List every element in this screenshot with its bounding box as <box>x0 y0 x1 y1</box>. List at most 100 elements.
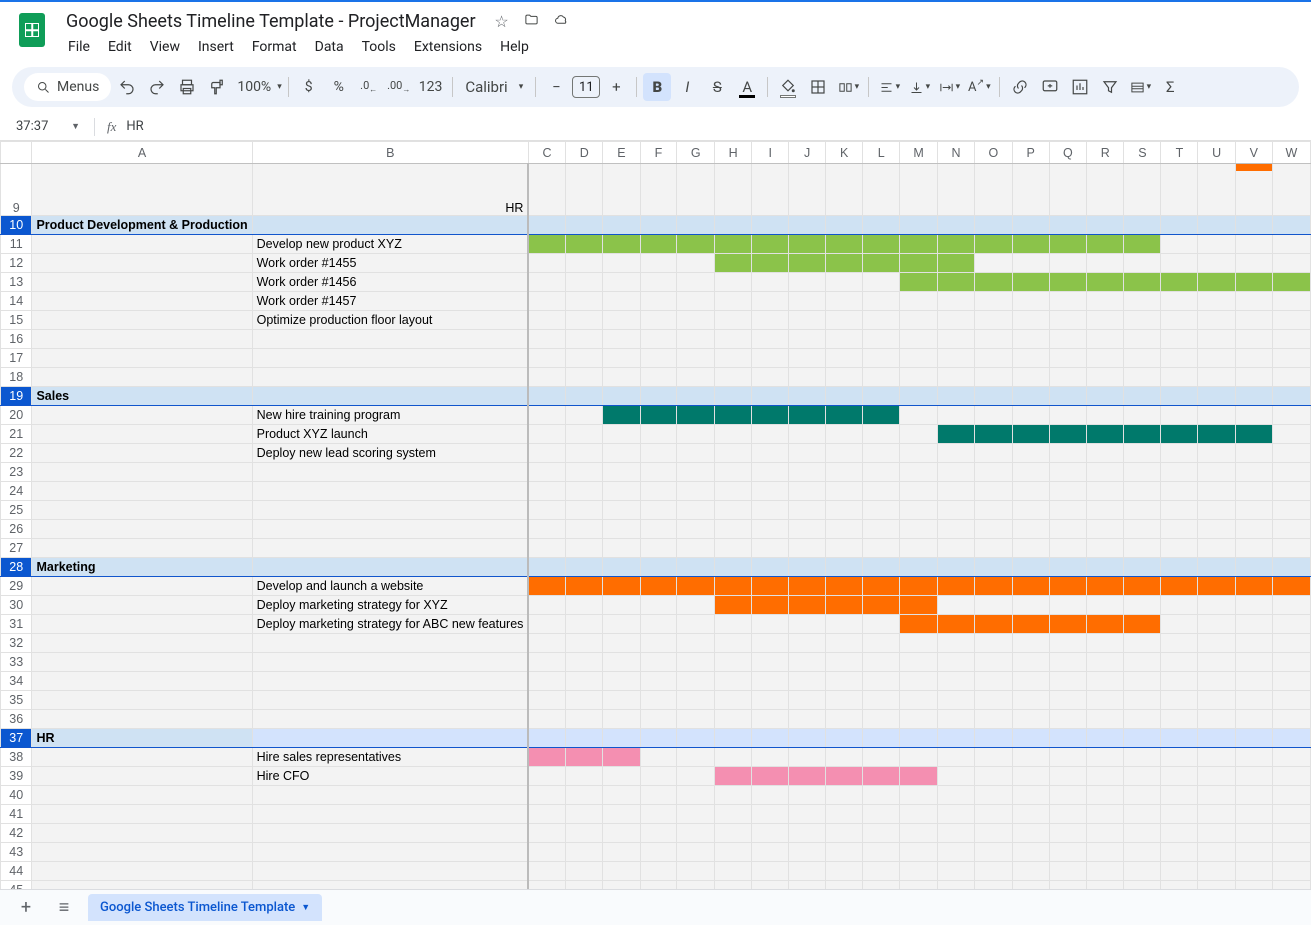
cell-D45[interactable] <box>566 881 603 890</box>
cell-S42[interactable] <box>1124 824 1161 843</box>
cell-R16[interactable] <box>1087 330 1124 349</box>
cell-N36[interactable] <box>937 710 974 729</box>
cell-E23[interactable] <box>603 463 640 482</box>
cell-K15[interactable] <box>826 311 863 330</box>
row-header-43[interactable]: 43 <box>1 843 32 862</box>
cell-P31[interactable] <box>1012 615 1049 634</box>
cell-K12[interactable] <box>826 254 863 273</box>
cell-J43[interactable] <box>789 843 826 862</box>
cell-R44[interactable] <box>1087 862 1124 881</box>
cell-S25[interactable] <box>1124 501 1161 520</box>
cell-B37[interactable] <box>252 729 528 748</box>
cell-A23[interactable] <box>32 463 252 482</box>
cell-N13[interactable] <box>937 273 974 292</box>
cell-O27[interactable] <box>975 539 1012 558</box>
cell-P29[interactable] <box>1012 577 1049 596</box>
col-header-Q[interactable]: Q <box>1049 142 1086 164</box>
cell-N9[interactable] <box>937 164 974 216</box>
cell-H33[interactable] <box>714 653 751 672</box>
name-box[interactable]: 37:37▼ <box>8 119 88 134</box>
cell-B29[interactable]: Develop and launch a website <box>252 577 528 596</box>
cell-W27[interactable] <box>1272 539 1310 558</box>
borders-button[interactable] <box>804 73 832 101</box>
cell-S21[interactable] <box>1124 425 1161 444</box>
cell-V13[interactable] <box>1235 273 1272 292</box>
cell-L11[interactable] <box>863 235 900 254</box>
cell-F30[interactable] <box>640 596 677 615</box>
cell-A34[interactable] <box>32 672 252 691</box>
cell-N34[interactable] <box>937 672 974 691</box>
cell-V9[interactable] <box>1235 164 1272 216</box>
cell-O39[interactable] <box>975 767 1012 786</box>
col-header-V[interactable]: V <box>1235 142 1272 164</box>
cell-C22[interactable] <box>528 444 565 463</box>
merge-button[interactable] <box>834 73 862 101</box>
cell-R20[interactable] <box>1087 406 1124 425</box>
cell-A20[interactable] <box>32 406 252 425</box>
cell-F38[interactable] <box>640 748 677 767</box>
row-header-37[interactable]: 37 <box>1 729 32 748</box>
cell-O18[interactable] <box>975 368 1012 387</box>
cell-E38[interactable] <box>603 748 640 767</box>
cell-S43[interactable] <box>1124 843 1161 862</box>
cell-D18[interactable] <box>566 368 603 387</box>
cell-R27[interactable] <box>1087 539 1124 558</box>
cell-I12[interactable] <box>752 254 789 273</box>
cell-K17[interactable] <box>826 349 863 368</box>
cell-K31[interactable] <box>826 615 863 634</box>
cell-O16[interactable] <box>975 330 1012 349</box>
cell-S18[interactable] <box>1124 368 1161 387</box>
cell-H19[interactable] <box>714 387 751 406</box>
cell-A10[interactable]: Product Development & Production <box>32 216 252 235</box>
cell-N12[interactable] <box>937 254 974 273</box>
row-header-10[interactable]: 10 <box>1 216 32 235</box>
cell-U10[interactable] <box>1198 216 1235 235</box>
cell-R13[interactable] <box>1087 273 1124 292</box>
cell-R12[interactable] <box>1087 254 1124 273</box>
percent-button[interactable]: % <box>325 73 353 101</box>
cell-U22[interactable] <box>1198 444 1235 463</box>
cell-W26[interactable] <box>1272 520 1310 539</box>
cell-L20[interactable] <box>863 406 900 425</box>
col-header-G[interactable]: G <box>677 142 714 164</box>
cell-M18[interactable] <box>900 368 938 387</box>
cell-A28[interactable]: Marketing <box>32 558 252 577</box>
cell-O11[interactable] <box>975 235 1012 254</box>
cell-J23[interactable] <box>789 463 826 482</box>
cell-W20[interactable] <box>1272 406 1310 425</box>
cell-W19[interactable] <box>1272 387 1310 406</box>
row-header-26[interactable]: 26 <box>1 520 32 539</box>
cell-J12[interactable] <box>789 254 826 273</box>
cell-D35[interactable] <box>566 691 603 710</box>
cell-T35[interactable] <box>1161 691 1198 710</box>
cell-Q31[interactable] <box>1049 615 1086 634</box>
cell-S9[interactable] <box>1124 164 1161 216</box>
cell-D25[interactable] <box>566 501 603 520</box>
fill-color-button[interactable] <box>774 73 802 101</box>
row-header-18[interactable]: 18 <box>1 368 32 387</box>
cell-T33[interactable] <box>1161 653 1198 672</box>
cell-W41[interactable] <box>1272 805 1310 824</box>
cell-I43[interactable] <box>752 843 789 862</box>
cell-S29[interactable] <box>1124 577 1161 596</box>
cell-J30[interactable] <box>789 596 826 615</box>
row-header-9[interactable]: 9 <box>1 164 32 216</box>
cell-N43[interactable] <box>937 843 974 862</box>
cell-G22[interactable] <box>677 444 714 463</box>
cell-C32[interactable] <box>528 634 565 653</box>
cell-A43[interactable] <box>32 843 252 862</box>
cell-K43[interactable] <box>826 843 863 862</box>
cell-O31[interactable] <box>975 615 1012 634</box>
cell-V15[interactable] <box>1235 311 1272 330</box>
cell-J20[interactable] <box>789 406 826 425</box>
cell-N39[interactable] <box>937 767 974 786</box>
cell-F34[interactable] <box>640 672 677 691</box>
cell-E19[interactable] <box>603 387 640 406</box>
cell-B33[interactable] <box>252 653 528 672</box>
cell-P43[interactable] <box>1012 843 1049 862</box>
cell-O19[interactable] <box>975 387 1012 406</box>
cell-U43[interactable] <box>1198 843 1235 862</box>
cell-F21[interactable] <box>640 425 677 444</box>
cell-F43[interactable] <box>640 843 677 862</box>
cell-G43[interactable] <box>677 843 714 862</box>
